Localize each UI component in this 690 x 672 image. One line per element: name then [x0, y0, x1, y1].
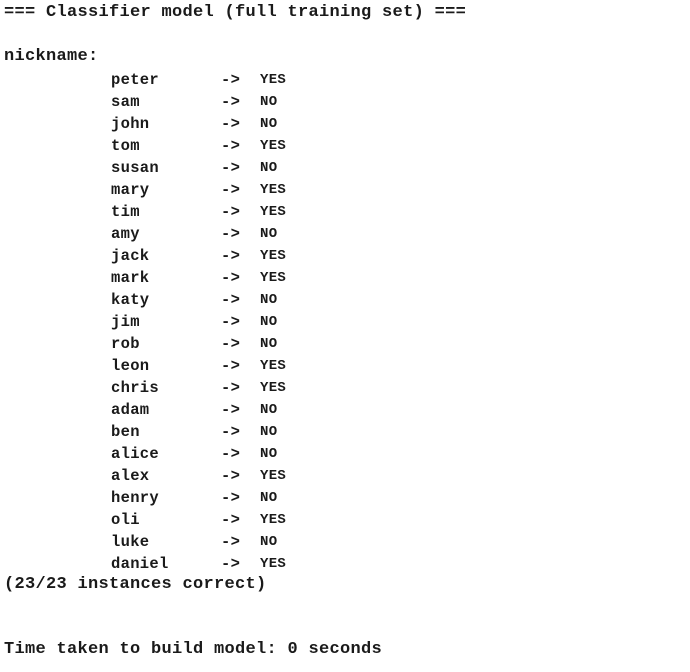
rule-arrow: -> — [221, 71, 241, 89]
rule-row: rob -> NO — [0, 333, 690, 355]
rule-row: jim -> NO — [0, 311, 690, 333]
rule-value: ben — [111, 423, 140, 441]
rule-row: alice -> NO — [0, 443, 690, 465]
rule-value: mark — [111, 269, 150, 287]
rule-value: tom — [111, 137, 140, 155]
rule-class: YES — [260, 138, 287, 154]
rule-arrow: -> — [221, 335, 241, 353]
rule-arrow: -> — [221, 401, 241, 419]
rule-class: NO — [260, 160, 278, 176]
rule-class: YES — [260, 270, 287, 286]
rule-value: rob — [111, 335, 140, 353]
rule-class: YES — [260, 72, 287, 88]
rule-arrow: -> — [221, 137, 241, 155]
rule-value: amy — [111, 225, 140, 243]
rule-arrow: -> — [221, 423, 241, 441]
rule-row: sam -> NO — [0, 91, 690, 113]
rule-arrow: -> — [221, 291, 241, 309]
rule-class: YES — [260, 182, 287, 198]
rule-value: tim — [111, 203, 140, 221]
rule-row: leon -> YES — [0, 355, 690, 377]
rule-row: peter -> YES — [0, 69, 690, 91]
rule-row: jack -> YES — [0, 245, 690, 267]
rule-arrow: -> — [221, 115, 241, 133]
rule-row: oli -> YES — [0, 509, 690, 531]
classifier-output-panel: === Classifier model (full training set)… — [0, 0, 690, 672]
rule-class: NO — [260, 534, 278, 550]
rule-row: adam -> NO — [0, 399, 690, 421]
rule-class: NO — [260, 226, 278, 242]
rule-value: oli — [111, 511, 140, 529]
rule-class: YES — [260, 204, 287, 220]
rule-class: NO — [260, 446, 278, 462]
rule-row: mark -> YES — [0, 267, 690, 289]
rule-value: sam — [111, 93, 140, 111]
rule-row: henry -> NO — [0, 487, 690, 509]
rule-arrow: -> — [221, 247, 241, 265]
rule-arrow: -> — [221, 357, 241, 375]
rule-class: YES — [260, 512, 287, 528]
rule-arrow: -> — [221, 203, 241, 221]
rule-value: henry — [111, 489, 160, 507]
rule-list: peter -> YES sam -> NO john -> NO tom -> YES susan ->… — [0, 69, 690, 575]
rule-class: YES — [260, 468, 287, 484]
rule-class: NO — [260, 116, 278, 132]
rule-arrow: -> — [221, 313, 241, 331]
build-time-text: Time taken to build model: 0 seconds — [4, 640, 383, 659]
rule-row: luke -> NO — [0, 531, 690, 553]
rule-value: alice — [111, 445, 160, 463]
rule-value: alex — [111, 467, 150, 485]
attribute-label: nickname: — [4, 47, 99, 66]
rule-arrow: -> — [221, 445, 241, 463]
rule-arrow: -> — [221, 511, 241, 529]
rule-arrow: -> — [221, 225, 241, 243]
rule-row: tom -> YES — [0, 135, 690, 157]
rule-value: katy — [111, 291, 150, 309]
rule-class: YES — [260, 248, 287, 264]
rule-class: NO — [260, 424, 278, 440]
rule-value: chris — [111, 379, 160, 397]
rule-class: NO — [260, 336, 278, 352]
rule-value: susan — [111, 159, 160, 177]
rule-arrow: -> — [221, 489, 241, 507]
rule-class: YES — [260, 358, 287, 374]
rule-arrow: -> — [221, 533, 241, 551]
rule-arrow: -> — [221, 467, 241, 485]
rule-value: luke — [111, 533, 150, 551]
rule-class: NO — [260, 292, 278, 308]
rule-arrow: -> — [221, 379, 241, 397]
rule-class: NO — [260, 314, 278, 330]
rule-row: alex -> YES — [0, 465, 690, 487]
classifier-model-header: === Classifier model (full training set)… — [4, 3, 467, 22]
rule-value: peter — [111, 71, 160, 89]
rule-row: tim -> YES — [0, 201, 690, 223]
rule-value: jim — [111, 313, 140, 331]
rule-value: daniel — [111, 555, 169, 573]
instances-correct-summary: (23/23 instances correct) — [4, 575, 267, 594]
rule-row: mary -> YES — [0, 179, 690, 201]
rule-row: ben -> NO — [0, 421, 690, 443]
rule-row: katy -> NO — [0, 289, 690, 311]
rule-value: mary — [111, 181, 150, 199]
rule-arrow: -> — [221, 93, 241, 111]
rule-row: susan -> NO — [0, 157, 690, 179]
rule-class: YES — [260, 556, 287, 572]
rule-class: NO — [260, 94, 278, 110]
rule-arrow: -> — [221, 181, 241, 199]
rule-value: jack — [111, 247, 150, 265]
rule-value: adam — [111, 401, 150, 419]
rule-class: YES — [260, 380, 287, 396]
rule-arrow: -> — [221, 555, 241, 573]
rule-value: john — [111, 115, 150, 133]
rule-arrow: -> — [221, 159, 241, 177]
rule-class: NO — [260, 490, 278, 506]
rule-row: amy -> NO — [0, 223, 690, 245]
rule-row: john -> NO — [0, 113, 690, 135]
rule-arrow: -> — [221, 269, 241, 287]
rule-value: leon — [111, 357, 150, 375]
rule-row: daniel -> YES — [0, 553, 690, 575]
rule-row: chris -> YES — [0, 377, 690, 399]
rule-class: NO — [260, 402, 278, 418]
